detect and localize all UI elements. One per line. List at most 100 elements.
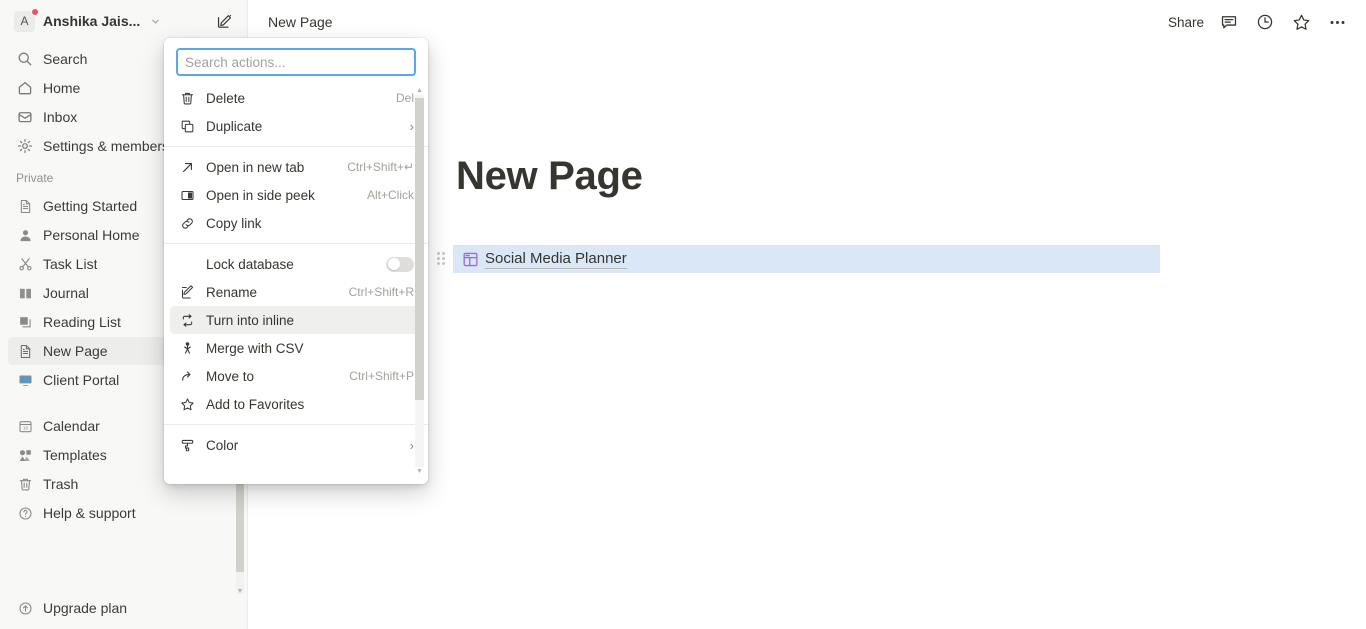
menu-item-shortcut: Alt+Click: [366, 188, 414, 202]
lock-database-toggle[interactable]: [386, 256, 414, 272]
sidebar-item-label: Reading List: [43, 314, 121, 330]
move-to-icon: [178, 369, 196, 384]
menu-scrollbar-thumb[interactable]: [415, 98, 424, 400]
menu-item-label: Lock database: [206, 256, 294, 272]
sidebar-item-label: Settings & members: [43, 138, 170, 154]
star-icon: [178, 397, 196, 412]
sidebar-item-help[interactable]: Help & support: [8, 499, 239, 527]
menu-item-label: Open in new tab: [206, 159, 305, 175]
menu-item-shortcut: Del: [395, 91, 414, 105]
more-horizontal-icon[interactable]: [1326, 11, 1348, 33]
search-icon: [16, 50, 34, 68]
menu-item-shortcut: Ctrl+Shift+↵: [347, 160, 414, 174]
home-icon: [16, 79, 34, 97]
menu-item-shortcut: Ctrl+Shift+R: [348, 285, 414, 299]
menu-divider: [164, 146, 428, 147]
menu-scrollbar[interactable]: ▲ ▼: [413, 86, 425, 476]
menu-item-copy-link[interactable]: Copy link: [170, 209, 422, 237]
arrow-up-right-icon: [178, 160, 196, 175]
upgrade-arrow-icon: [16, 599, 34, 617]
inbox-icon: [16, 108, 34, 126]
menu-item-label: Rename: [206, 284, 258, 300]
scroll-up-arrow-icon[interactable]: ▲: [415, 86, 424, 95]
menu-search-wrapper: [164, 38, 428, 84]
menu-item-add-to-favorites[interactable]: Add to Favorites: [170, 390, 422, 418]
color-icon: [178, 438, 196, 453]
side-peek-icon: [178, 188, 196, 203]
menu-item-duplicate[interactable]: Duplicate ›: [170, 112, 422, 140]
menu-item-merge-with-csv[interactable]: Merge with CSV: [170, 334, 422, 362]
scroll-down-arrow-icon[interactable]: ▼: [236, 588, 244, 596]
workspace-switcher[interactable]: A Anshika Jais...: [0, 0, 247, 42]
breadcrumb[interactable]: New Page: [248, 14, 333, 30]
sidebar-item-upgrade-plan[interactable]: Upgrade plan: [8, 594, 240, 622]
book-icon: [16, 284, 34, 302]
menu-divider: [164, 243, 428, 244]
question-circle-icon: [16, 504, 34, 522]
trash-icon: [178, 91, 196, 106]
sidebar-item-label: Personal Home: [43, 227, 140, 243]
menu-item-rename[interactable]: Rename Ctrl+Shift+R: [170, 278, 422, 306]
menu-item-label: Color: [206, 437, 239, 453]
document-icon: [16, 342, 34, 360]
menu-item-move-to[interactable]: Move to Ctrl+Shift+P: [170, 362, 422, 390]
menu-item-open-in-new-tab[interactable]: Open in new tab Ctrl+Shift+↵: [170, 153, 422, 181]
menu-item-label: Duplicate: [206, 118, 263, 134]
calendar-icon: 18: [16, 417, 34, 435]
chevron-down-icon[interactable]: [150, 16, 161, 27]
sidebar-item-label: Templates: [43, 447, 107, 463]
sidebar-item-label: Journal: [43, 285, 89, 301]
templates-icon: [16, 446, 34, 464]
document-icon: [16, 197, 34, 215]
trash-icon: [16, 475, 34, 493]
menu-item-delete[interactable]: Delete Del: [170, 84, 422, 112]
context-menu: Delete Del Duplicate › Open in new tab C…: [164, 38, 428, 484]
database-link-label[interactable]: Social Media Planner: [485, 250, 627, 269]
menu-items: Delete Del Duplicate › Open in new tab C…: [164, 84, 428, 479]
scissors-icon: [16, 255, 34, 273]
merge-csv-icon: [178, 341, 196, 356]
clock-history-icon[interactable]: [1254, 11, 1276, 33]
sidebar-item-label: Getting Started: [43, 198, 138, 214]
menu-item-label: Open in side peek: [206, 187, 315, 203]
menu-item-turn-into-inline[interactable]: Turn into inline: [170, 306, 422, 334]
sidebar-item-label: Help & support: [43, 505, 136, 521]
menu-item-label: Merge with CSV: [206, 340, 304, 356]
monitor-icon: [16, 371, 34, 389]
sidebar-footer: Upgrade plan: [0, 591, 248, 629]
person-icon: [16, 226, 34, 244]
compose-icon[interactable]: [211, 8, 237, 34]
menu-item-lock-database[interactable]: Lock database: [170, 250, 422, 278]
svg-text:18: 18: [22, 425, 28, 430]
sidebar-item-label: Inbox: [43, 109, 78, 125]
turn-into-inline-icon: [178, 313, 196, 328]
avatar: A: [14, 7, 39, 32]
sidebar-item-label: Upgrade plan: [43, 600, 128, 616]
menu-item-color[interactable]: Color ›: [170, 431, 422, 459]
menu-item-open-in-side-peek[interactable]: Open in side peek Alt+Click: [170, 181, 422, 209]
database-link-block[interactable]: Social Media Planner: [453, 245, 1160, 273]
menu-item-shortcut: Ctrl+Shift+P: [349, 369, 414, 383]
sidebar-item-label: Calendar: [43, 418, 100, 434]
star-icon[interactable]: [1290, 11, 1312, 33]
notification-dot: [31, 7, 39, 16]
notion-app-window: A Anshika Jais... Search Home Inbox Sett…: [0, 0, 1366, 629]
page-title[interactable]: New Page: [456, 154, 643, 199]
link-icon: [178, 216, 196, 231]
menu-item-label: Add to Favorites: [206, 396, 305, 412]
share-button[interactable]: Share: [1168, 15, 1204, 30]
sidebar-item-label: Home: [43, 80, 81, 96]
comment-icon[interactable]: [1218, 11, 1240, 33]
pages-icon: [16, 313, 34, 331]
sidebar-item-label: New Page: [43, 343, 108, 359]
database-icon: [461, 250, 479, 268]
avatar-initial: A: [20, 13, 29, 28]
sidebar-item-label: Client Portal: [43, 372, 120, 388]
menu-item-label: Copy link: [206, 215, 262, 231]
menu-item-label: Move to: [206, 368, 255, 384]
block-drag-handle[interactable]: [436, 250, 446, 266]
menu-item-label: Delete: [206, 90, 246, 106]
scroll-down-arrow-icon[interactable]: ▼: [415, 467, 424, 476]
search-actions-input[interactable]: [176, 48, 416, 76]
gear-icon: [16, 137, 34, 155]
